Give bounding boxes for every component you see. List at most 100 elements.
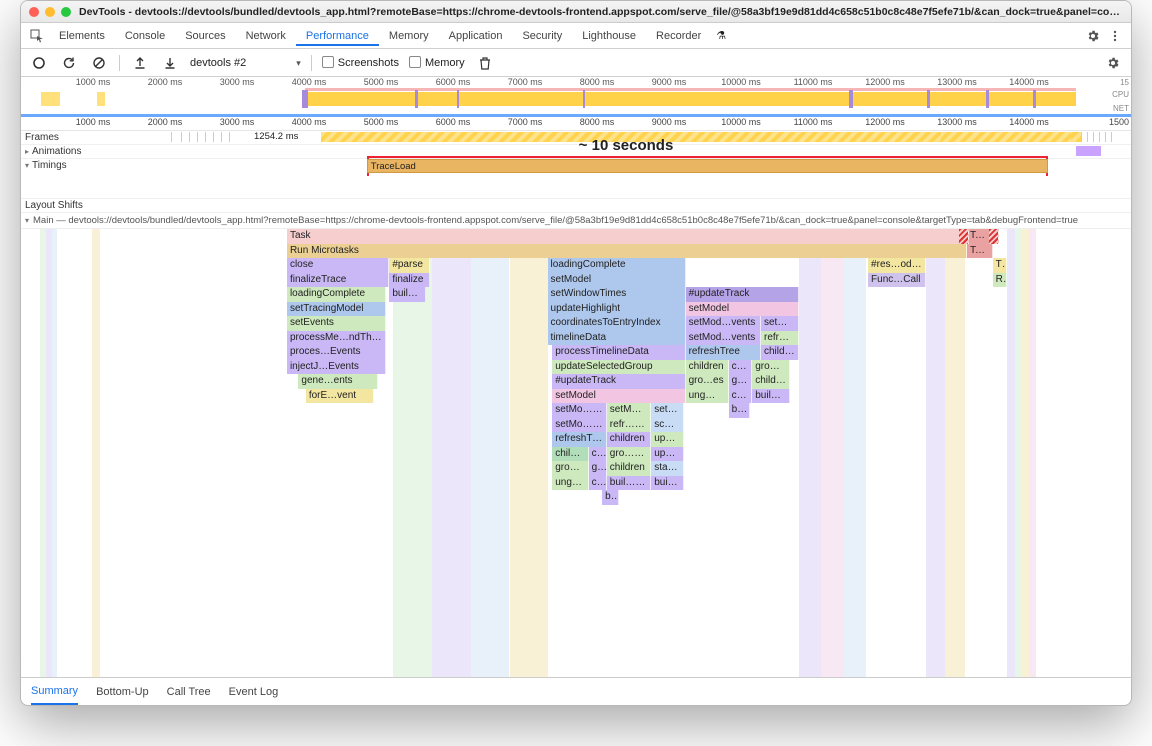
flame-entry[interactable]: children <box>752 374 790 389</box>
flame-entry[interactable]: setWindowTimes <box>548 287 686 302</box>
flame-entry[interactable]: setEvents <box>287 316 386 331</box>
flame-entry[interactable]: T… <box>993 258 1007 273</box>
tab-elements[interactable]: Elements <box>49 26 115 46</box>
flame-entry[interactable]: buil…ren <box>752 389 790 404</box>
flame-entry[interactable]: upd…ts <box>651 447 683 462</box>
flame-entry[interactable]: gro…des <box>607 447 651 462</box>
capture-settings-gear-icon[interactable] <box>1103 53 1123 73</box>
flame-entry[interactable]: proces…Events <box>287 345 386 360</box>
flame-entry[interactable]: Task <box>967 244 993 259</box>
flame-entry[interactable]: children <box>552 447 588 462</box>
tab-sources[interactable]: Sources <box>175 26 235 46</box>
disclosure-triangle-icon[interactable] <box>25 146 29 157</box>
tab-security[interactable]: Security <box>512 26 572 46</box>
flame-entry[interactable]: setModel <box>686 302 799 317</box>
flame-entry[interactable]: children <box>607 432 651 447</box>
flame-entry[interactable]: R… <box>993 273 1007 288</box>
flame-entry[interactable]: #res…odes <box>868 258 926 273</box>
settings-gear-icon[interactable] <box>1083 26 1103 46</box>
flame-entry[interactable]: gro…des <box>752 360 790 375</box>
flame-entry[interactable]: setMo…vents <box>552 418 607 433</box>
close-window-icon[interactable] <box>29 7 39 17</box>
flame-entry[interactable]: timelineData <box>548 331 686 346</box>
disclosure-triangle-icon[interactable] <box>25 215 29 226</box>
flame-entry[interactable]: children <box>761 345 799 360</box>
layout-shifts-track[interactable]: Layout Shifts <box>21 199 1131 213</box>
flame-entry[interactable]: c… <box>589 476 607 491</box>
clear-button[interactable] <box>89 53 109 73</box>
overview-minimap[interactable]: 1000 ms2000 ms3000 ms4000 ms5000 ms6000 … <box>21 77 1131 117</box>
flame-entry[interactable]: gro…es <box>552 461 588 476</box>
tab-console[interactable]: Console <box>115 26 175 46</box>
flame-entry[interactable]: updateSelectedGroup <box>552 360 685 375</box>
flame-entry[interactable]: Func…Call <box>868 273 926 288</box>
tab-application[interactable]: Application <box>439 26 513 46</box>
timings-track[interactable]: Timings ~ 10 seconds TraceLoad <box>21 159 1131 199</box>
flame-entry[interactable]: sc…ow <box>651 418 683 433</box>
record-button[interactable] <box>29 53 49 73</box>
session-select[interactable]: devtools #2 <box>190 57 301 69</box>
details-tab-call-tree[interactable]: Call Tree <box>167 680 211 704</box>
flame-entry[interactable]: bui…ed <box>651 476 683 491</box>
flame-entry[interactable]: #updateTrack <box>552 374 685 389</box>
flame-entry[interactable]: buil…ren <box>607 476 651 491</box>
flame-entry[interactable]: setMod…vents <box>686 316 761 331</box>
flame-entry[interactable]: g… <box>589 461 607 476</box>
main-thread-header[interactable]: Main — devtools://devtools/bundled/devto… <box>21 213 1131 229</box>
screenshots-checkbox[interactable]: Screenshots <box>322 56 399 69</box>
flame-entry[interactable]: updateHighlight <box>548 302 686 317</box>
flame-entry[interactable]: processMe…ndThreads <box>287 331 386 346</box>
tab-network[interactable]: Network <box>236 26 296 46</box>
flame-entry[interactable]: #updateTrack <box>686 287 799 302</box>
details-tab-bottom-up[interactable]: Bottom-Up <box>96 680 149 704</box>
flame-entry[interactable]: refr…Tree <box>761 331 799 346</box>
flame-entry[interactable]: setTracingModel <box>287 302 386 317</box>
flame-entry[interactable]: c…n <box>729 389 753 404</box>
flame-entry[interactable]: refr…Tree <box>607 418 651 433</box>
save-profile-button[interactable] <box>160 53 180 73</box>
more-menu-icon[interactable] <box>1105 26 1125 46</box>
flame-entry[interactable]: setM…nts <box>607 403 651 418</box>
flame-entry[interactable]: setMo…vents <box>552 403 607 418</box>
flame-entry[interactable]: #parse <box>389 258 429 273</box>
flame-entry[interactable]: injectJ…Events <box>287 360 386 375</box>
flame-chart[interactable]: TaskRun MicrotasksclosefinalizeTraceload… <box>21 229 1131 677</box>
flame-entry[interactable]: sta…ge <box>651 461 683 476</box>
flame-entry[interactable]: c…n <box>729 360 753 375</box>
flame-entry[interactable]: gro…es <box>686 374 729 389</box>
flame-entry[interactable]: ung…es <box>686 389 729 404</box>
inspect-element-icon[interactable] <box>27 26 47 46</box>
flame-entry[interactable]: gene…ents <box>298 374 377 389</box>
flame-entry[interactable]: close <box>287 258 389 273</box>
flame-entry[interactable]: ung…es <box>552 476 588 491</box>
flame-entry[interactable]: g…s <box>729 374 753 389</box>
flame-entry[interactable]: Run Microtasks <box>287 244 967 259</box>
flame-entry[interactable]: c… <box>589 447 607 462</box>
flame-entry[interactable]: finalizeTrace <box>287 273 389 288</box>
flame-entry[interactable]: refreshTree <box>686 345 761 360</box>
load-profile-button[interactable] <box>130 53 150 73</box>
flame-entry[interactable]: children <box>607 461 651 476</box>
flame-entry[interactable]: b…n <box>729 403 751 418</box>
minimize-window-icon[interactable] <box>45 7 55 17</box>
flame-entry[interactable]: processTimelineData <box>552 345 685 360</box>
flame-entry[interactable]: set…on <box>651 403 683 418</box>
tab-memory[interactable]: Memory <box>379 26 439 46</box>
flame-entry[interactable]: refreshTree <box>552 432 607 447</box>
flame-entry[interactable]: forE…vent <box>306 389 375 404</box>
tab-lighthouse[interactable]: Lighthouse <box>572 26 646 46</box>
flame-entry[interactable]: loadingComplete <box>287 287 386 302</box>
flame-entry[interactable]: finalize <box>389 273 429 288</box>
flame-entry[interactable]: setModel <box>552 389 685 404</box>
flame-entry[interactable]: coordinatesToEntryIndex <box>548 316 686 331</box>
flame-entry[interactable]: loadingComplete <box>548 258 686 273</box>
traceload-bar[interactable]: TraceLoad <box>367 159 1048 173</box>
reload-record-button[interactable] <box>59 53 79 73</box>
memory-checkbox[interactable]: Memory <box>409 56 465 69</box>
flame-entry[interactable]: Task <box>287 229 967 244</box>
flame-entry[interactable]: b… <box>602 490 619 505</box>
gc-button[interactable] <box>475 53 495 73</box>
maximize-window-icon[interactable] <box>61 7 71 17</box>
details-tab-event-log[interactable]: Event Log <box>229 680 279 704</box>
flame-entry[interactable]: setModel <box>548 273 686 288</box>
